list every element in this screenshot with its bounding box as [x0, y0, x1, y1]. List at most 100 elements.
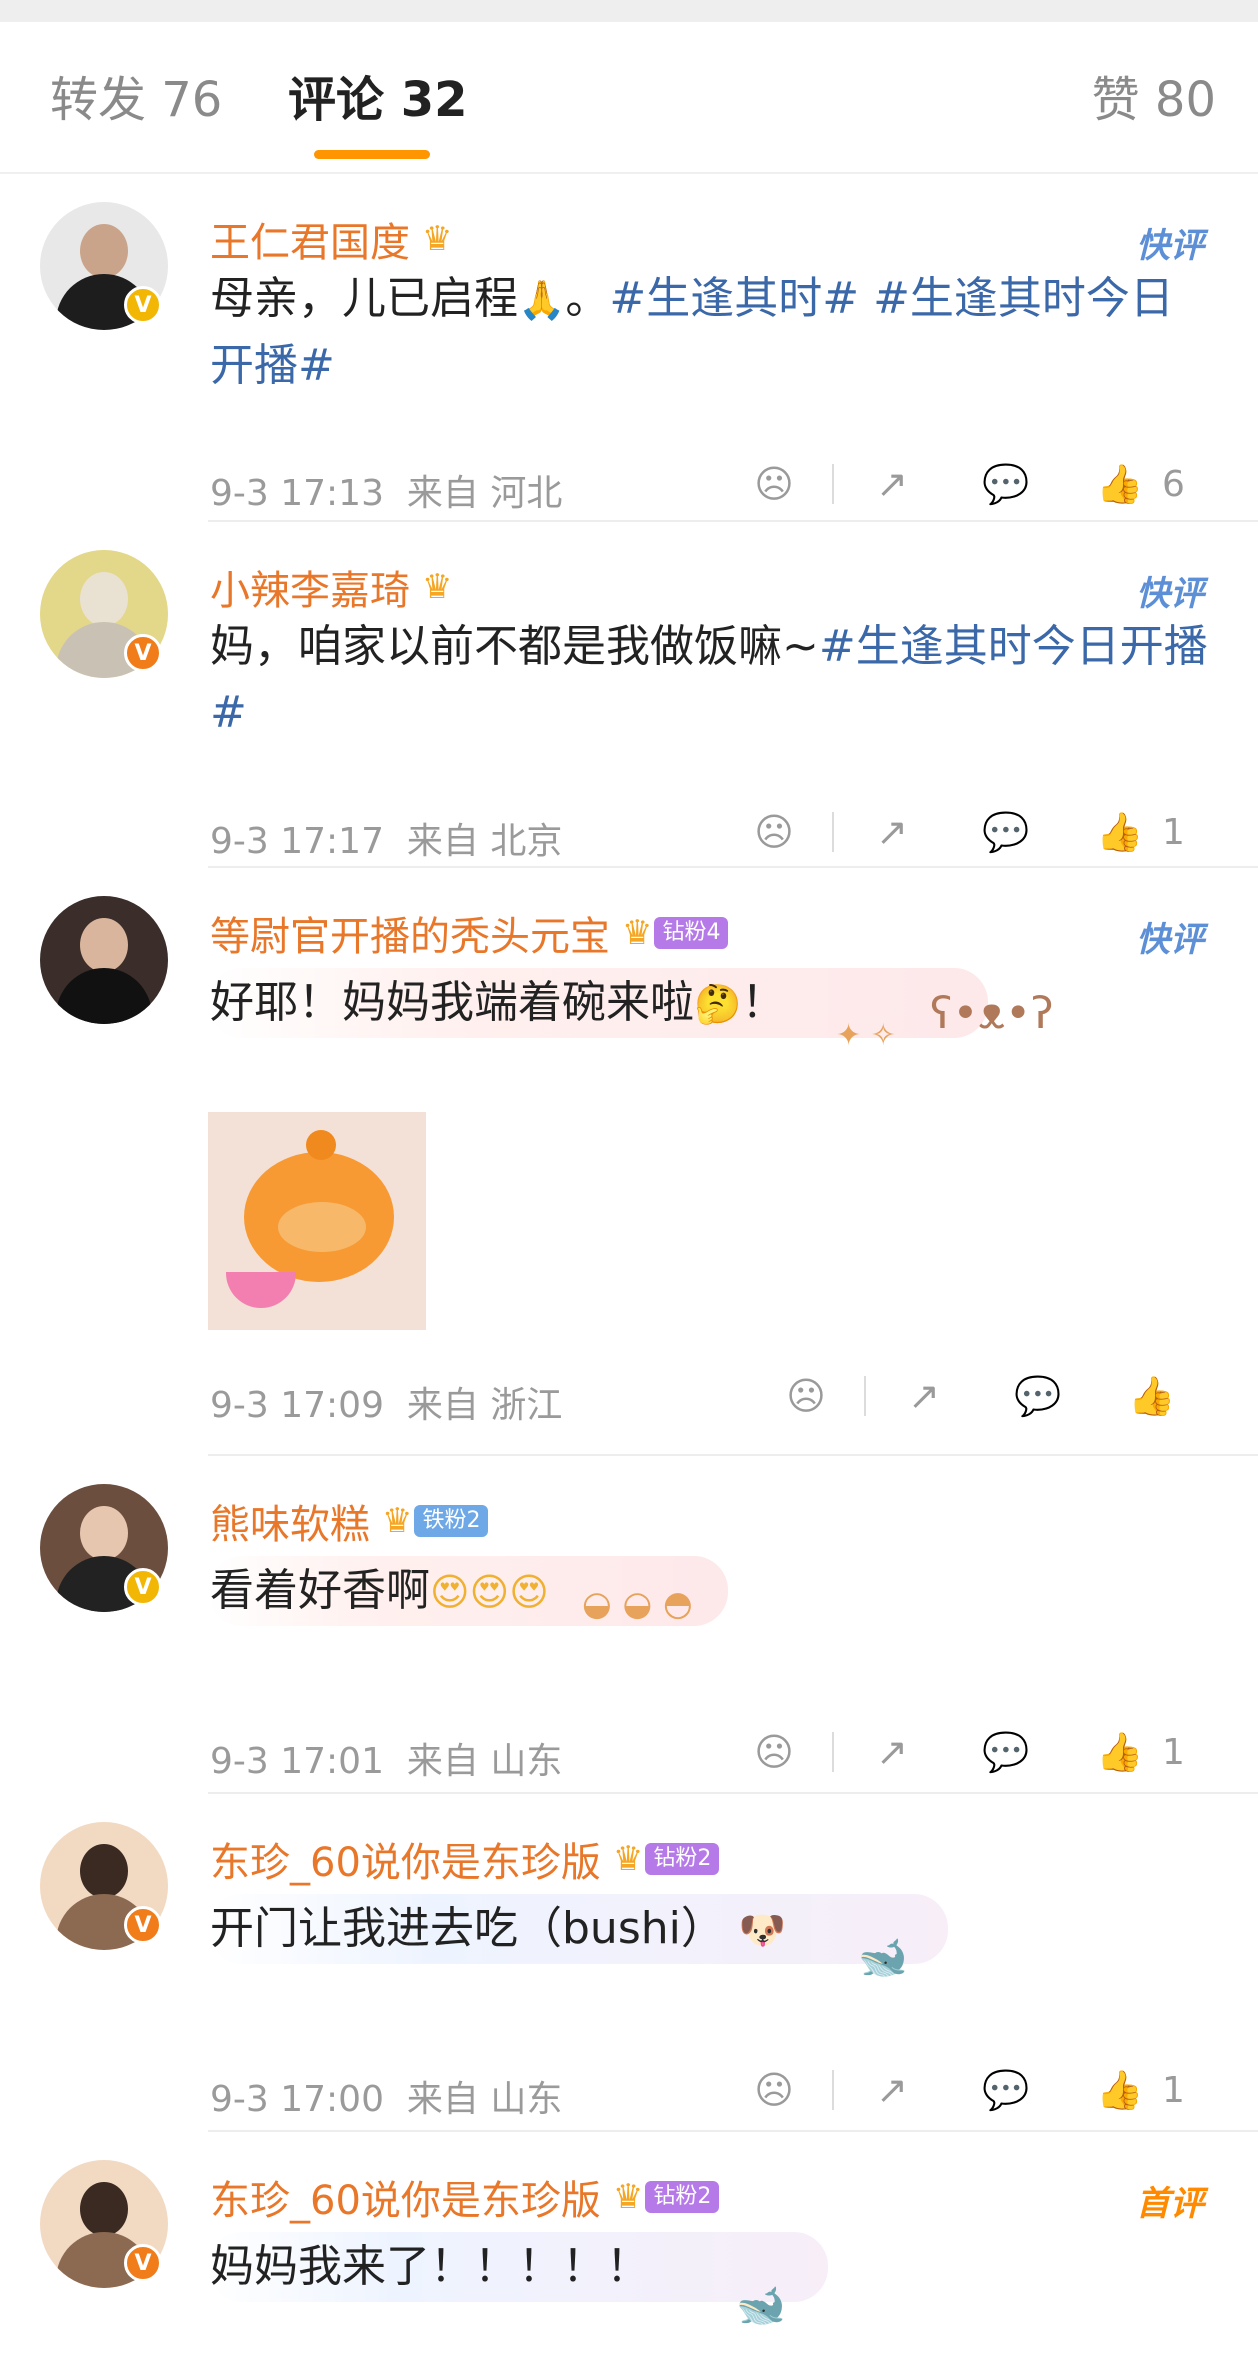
comment-time: 9-3 17:01	[210, 1741, 384, 1782]
verified-badge-icon: V	[124, 1568, 162, 1606]
tab-bar: 转发 76 评论 32 赞 80	[0, 22, 1258, 174]
name-row: 东珍_60说你是东珍版 ♛ 钻粉2	[210, 2172, 720, 2224]
doge-emoji-icon: 🐶	[738, 1908, 787, 1952]
tab-like[interactable]: 赞 80	[1092, 70, 1216, 130]
thumbs-up-icon[interactable]: 👍	[1090, 802, 1150, 862]
share-icon[interactable]: ↗	[862, 1722, 922, 1782]
comment-text-plain: 妈，咱家以前不都是我做饭嘛~	[210, 621, 819, 672]
frown-icon[interactable]: ☹	[744, 2060, 804, 2120]
comment-text-after: 。	[565, 273, 610, 324]
quick-comment-tag: 快评	[1136, 226, 1204, 266]
like-count: 1	[1162, 1731, 1185, 1773]
divider	[832, 464, 834, 504]
comment-icon[interactable]: 💬	[976, 454, 1036, 514]
thumbs-up-icon[interactable]: 👍	[1090, 1722, 1150, 1782]
username[interactable]: 王仁君国度	[210, 210, 410, 268]
crown-icon: ♛	[422, 219, 453, 259]
frown-icon[interactable]: ☹	[744, 454, 804, 514]
share-icon[interactable]: ↗	[862, 802, 922, 862]
comment-image[interactable]	[208, 1112, 426, 1330]
quick-comment-tag: 快评	[1136, 574, 1204, 614]
comment-text: 看着好香啊😍😍😍	[210, 1558, 1210, 1625]
comment-text-plain: 看着好香啊	[210, 1565, 430, 1616]
verified-badge-icon: V	[124, 2244, 162, 2282]
fan-badge: 钻粉2	[645, 1843, 720, 1875]
frown-icon[interactable]: ☹	[744, 802, 804, 862]
comment-item: 等尉官开播的秃头元宝 ♛ 钻粉4 快评 ✦ ✧ ʕ•ᴥ•ʔ 好耶！妈妈我端着碗来…	[0, 868, 1258, 1456]
name-row: 王仁君国度 ♛	[210, 214, 453, 266]
comment-text-plain: 好耶！妈妈我端着碗来啦	[210, 977, 694, 1028]
action-bar: ☹ ↗ 💬 👍 6	[744, 454, 1185, 514]
comment-meta: 9-3 17:00 来自 山东	[210, 2070, 562, 2122]
comment-item: V 东珍_60说你是东珍版 ♛ 钻粉2 🐋 开门让我进去吃（bushi） 🐶 9…	[0, 1794, 1258, 2132]
comment-time: 9-3 17:09	[210, 1385, 384, 1426]
image-figure	[278, 1202, 366, 1252]
comment-text: 妈妈我来了！！！！！	[210, 2234, 1210, 2300]
comment-text-plain: 妈妈我来了！！！！！	[210, 2241, 650, 2292]
comment-icon[interactable]: 💬	[976, 2060, 1036, 2120]
thumbs-up-icon[interactable]: 👍	[1122, 1366, 1182, 1426]
verified-badge-icon: V	[124, 634, 162, 672]
share-icon[interactable]: ↗	[862, 2060, 922, 2120]
avatar-body	[56, 968, 152, 1024]
verified-badge-icon: V	[124, 1906, 162, 1944]
name-row: 等尉官开播的秃头元宝 ♛ 钻粉4	[210, 908, 729, 960]
username[interactable]: 等尉官开播的秃头元宝	[210, 904, 610, 962]
comment-icon[interactable]: 💬	[976, 802, 1036, 862]
divider	[832, 1732, 834, 1772]
quick-comment-tag: 快评	[1136, 920, 1204, 960]
comment-text-plain: 开门让我进去吃（bushi）	[210, 1903, 725, 1954]
frown-icon[interactable]: ☹	[776, 1366, 836, 1426]
comment-text-plain: 母亲，儿已启程	[210, 273, 518, 324]
username[interactable]: 熊味软糕	[210, 1492, 370, 1550]
crown-icon: ♛	[422, 567, 453, 607]
comment-meta: 9-3 17:01 来自 山东	[210, 1732, 562, 1784]
username[interactable]: 东珍_60说你是东珍版	[210, 2168, 601, 2226]
comment-location: 来自 山东	[406, 2079, 563, 2120]
hashtag-link[interactable]: #生逢其时#	[609, 273, 859, 324]
share-icon[interactable]: ↗	[862, 454, 922, 514]
avatar-head	[80, 1844, 128, 1898]
image-figure	[226, 1272, 296, 1308]
crown-icon: ♛	[612, 2177, 644, 2217]
comment-time: 9-3 17:13	[210, 473, 384, 514]
tab-repost[interactable]: 转发 76	[50, 70, 222, 130]
comment-text: 好耶！妈妈我端着碗来啦🤔！	[210, 970, 1210, 1037]
status-strip	[0, 0, 1258, 22]
avatar[interactable]	[40, 896, 168, 1024]
thumbs-up-icon[interactable]: 👍	[1090, 454, 1150, 514]
comment-time: 9-3 17:00	[210, 2079, 384, 2120]
comment-location: 来自 山东	[406, 1741, 563, 1782]
verified-badge-icon: V	[124, 286, 162, 324]
avatar-head	[80, 918, 128, 972]
action-bar: ☹ ↗ 💬 👍 1	[744, 1722, 1185, 1782]
fan-badge: 铁粉2	[414, 1505, 489, 1537]
comment-text: 妈，咱家以前不都是我做饭嘛~#生逢其时今日开播#	[210, 614, 1210, 746]
comment-meta: 9-3 17:09 来自 浙江	[210, 1376, 562, 1428]
thinking-emoji-icon: 🤔	[694, 982, 742, 1026]
comment-icon[interactable]: 💬	[1008, 1366, 1068, 1426]
username[interactable]: 东珍_60说你是东珍版	[210, 1830, 601, 1888]
action-bar: ☹ ↗ 💬 👍 1	[744, 2060, 1185, 2120]
share-icon[interactable]: ↗	[894, 1366, 954, 1426]
comment-item: V 小辣李嘉琦 ♛ 快评 妈，咱家以前不都是我做饭嘛~#生逢其时今日开播# 9-…	[0, 522, 1258, 868]
first-comment-tag: 首评	[1136, 2184, 1204, 2224]
avatar-head	[80, 224, 128, 278]
comment-icon[interactable]: 💬	[976, 1722, 1036, 1782]
username[interactable]: 小辣李嘉琦	[210, 558, 410, 616]
fan-badge: 钻粉2	[645, 2181, 720, 2213]
divider	[864, 1376, 866, 1416]
active-tab-indicator	[314, 150, 430, 159]
thumbs-up-icon[interactable]: 👍	[1090, 2060, 1150, 2120]
comment-time: 9-3 17:17	[210, 821, 384, 862]
like-count: 1	[1162, 2069, 1185, 2111]
frown-icon[interactable]: ☹	[744, 1722, 804, 1782]
comment-meta: 9-3 17:17 来自 北京	[210, 812, 562, 864]
comment-text: 母亲，儿已启程🙏。#生逢其时# #生逢其时今日开播#	[210, 266, 1210, 399]
comment-item: V 王仁君国度 ♛ 快评 母亲，儿已启程🙏。#生逢其时# #生逢其时今日开播# …	[0, 174, 1258, 522]
action-bar: ☹ ↗ 💬 👍 1	[744, 802, 1185, 862]
crown-icon: ♛	[612, 1839, 644, 1879]
divider	[832, 2070, 834, 2110]
divider	[832, 812, 834, 852]
like-count: 1	[1162, 811, 1185, 853]
